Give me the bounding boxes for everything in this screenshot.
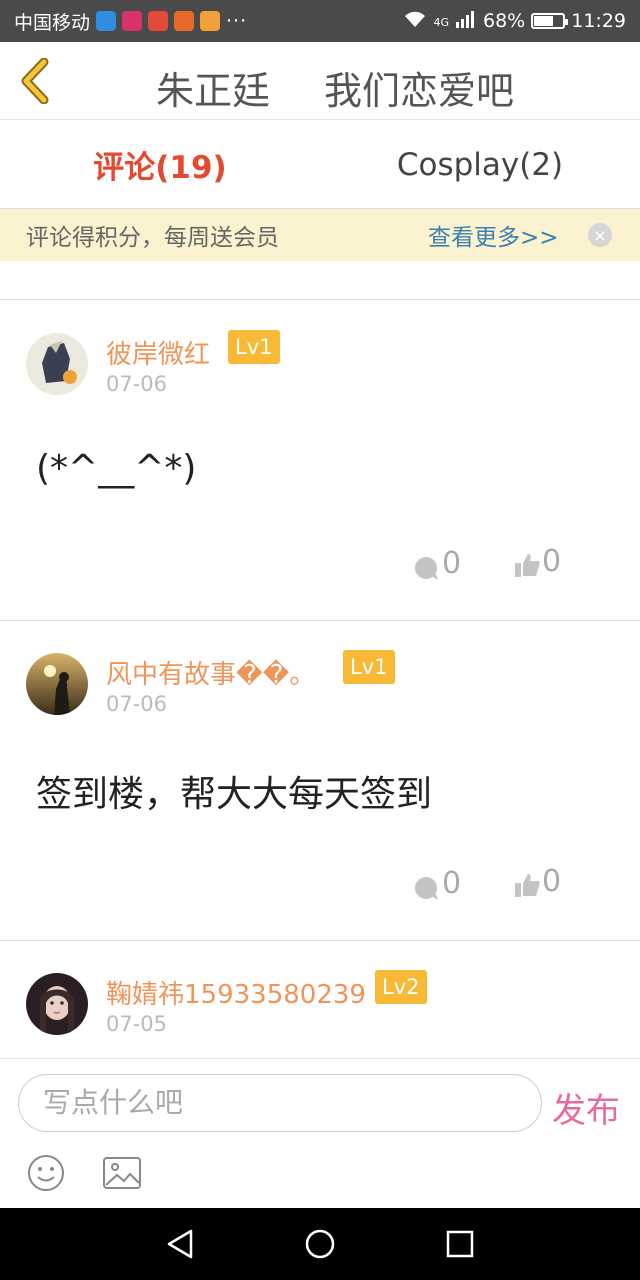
level-badge: Lv1 bbox=[228, 330, 280, 364]
comment-item: 彼岸微红 Lv1 07-06 (*^__^*) 0 0 bbox=[0, 300, 640, 620]
more-notifications-icon: ··· bbox=[226, 10, 248, 32]
avatar[interactable] bbox=[26, 333, 88, 395]
image-button[interactable] bbox=[102, 1155, 142, 1195]
comment-item: 风中有故事��。 Lv1 07-06 签到楼，帮大大每天签到 0 0 bbox=[0, 621, 640, 941]
wifi-icon bbox=[403, 10, 427, 33]
thumbs-up-icon bbox=[515, 554, 540, 577]
like-count: 0 bbox=[542, 864, 562, 899]
close-icon[interactable]: × bbox=[588, 223, 612, 247]
back-button[interactable] bbox=[16, 57, 56, 105]
app-notification-icon bbox=[96, 11, 117, 31]
comment-date: 07-06 bbox=[106, 692, 168, 716]
home-circle-icon[interactable] bbox=[304, 1228, 336, 1260]
like-button[interactable]: 0 bbox=[514, 544, 561, 579]
status-right: 4G 68% 11:29 bbox=[403, 10, 626, 33]
avatar[interactable] bbox=[26, 973, 88, 1035]
banner-text: 评论得积分，每周送会员 bbox=[26, 225, 279, 251]
comment-content: (*^__^*) bbox=[36, 448, 197, 489]
clock: 11:29 bbox=[571, 10, 626, 32]
battery-icon bbox=[531, 13, 569, 29]
work-title: 我们恋爱吧 bbox=[324, 69, 515, 113]
reply-count: 0 bbox=[442, 866, 462, 901]
image-icon bbox=[103, 1157, 141, 1189]
back-triangle-icon[interactable] bbox=[165, 1228, 195, 1260]
avatar[interactable] bbox=[26, 653, 88, 715]
battery-percent: 68% bbox=[483, 10, 526, 32]
reply-count: 0 bbox=[442, 546, 462, 581]
location-app-icon bbox=[148, 11, 169, 31]
comment-bubble-icon bbox=[415, 877, 438, 900]
comment-bubble-icon bbox=[415, 557, 438, 580]
shopping-app-icon bbox=[174, 11, 195, 31]
signal-icon bbox=[455, 10, 477, 33]
tab-bar: 评论(19) Cosplay(2) bbox=[0, 121, 640, 209]
page-title: 朱正廷 我们恋爱吧 bbox=[156, 60, 514, 115]
thumbs-up-icon bbox=[515, 874, 540, 897]
status-bar: 中国移动 ··· 4G 68% 11:29 bbox=[0, 0, 640, 42]
carrier-label: 中国移动 bbox=[14, 11, 91, 34]
tab-comments[interactable]: 评论(19) bbox=[0, 121, 320, 208]
comment-content: 签到楼，帮大大每天签到 bbox=[36, 774, 433, 815]
username[interactable]: 鞠婧祎15933580239 bbox=[106, 974, 366, 1011]
recents-square-icon[interactable] bbox=[445, 1229, 475, 1259]
level-badge: Lv2 bbox=[375, 970, 427, 1004]
chevron-left-icon bbox=[21, 57, 49, 105]
username[interactable]: 风中有故事��。 bbox=[106, 654, 315, 691]
tab-cosplay[interactable]: Cosplay(2) bbox=[320, 121, 640, 208]
username[interactable]: 彼岸微红 bbox=[106, 334, 210, 371]
comment-input[interactable]: 写点什么吧 bbox=[18, 1074, 542, 1132]
network-type-label: 4G bbox=[433, 15, 449, 29]
promo-banner: 评论得积分，每周送会员 查看更多>> × bbox=[0, 209, 640, 261]
emoji-button[interactable] bbox=[26, 1153, 66, 1197]
home-app-icon bbox=[200, 11, 221, 31]
author-name: 朱正廷 bbox=[156, 69, 271, 113]
comment-item: 鞠婧祎15933580239 Lv2 07-05 bbox=[0, 941, 640, 1058]
header: 朱正廷 我们恋爱吧 bbox=[0, 42, 640, 120]
like-button[interactable]: 0 bbox=[514, 864, 561, 899]
smiley-icon bbox=[28, 1155, 64, 1191]
compose-bar: 写点什么吧 发布 bbox=[0, 1058, 640, 1208]
view-more-link[interactable]: 查看更多>> bbox=[428, 218, 559, 252]
like-count: 0 bbox=[542, 544, 562, 579]
level-badge: Lv1 bbox=[343, 650, 395, 684]
video-app-icon bbox=[122, 11, 143, 31]
comment-date: 07-05 bbox=[106, 1012, 168, 1036]
publish-button[interactable]: 发布 bbox=[552, 1083, 620, 1132]
status-left: 中国移动 ··· bbox=[14, 8, 247, 35]
reply-button[interactable]: 0 bbox=[414, 546, 461, 581]
comment-date: 07-06 bbox=[106, 372, 168, 396]
reply-button[interactable]: 0 bbox=[414, 866, 461, 901]
system-navbar bbox=[0, 1208, 640, 1280]
